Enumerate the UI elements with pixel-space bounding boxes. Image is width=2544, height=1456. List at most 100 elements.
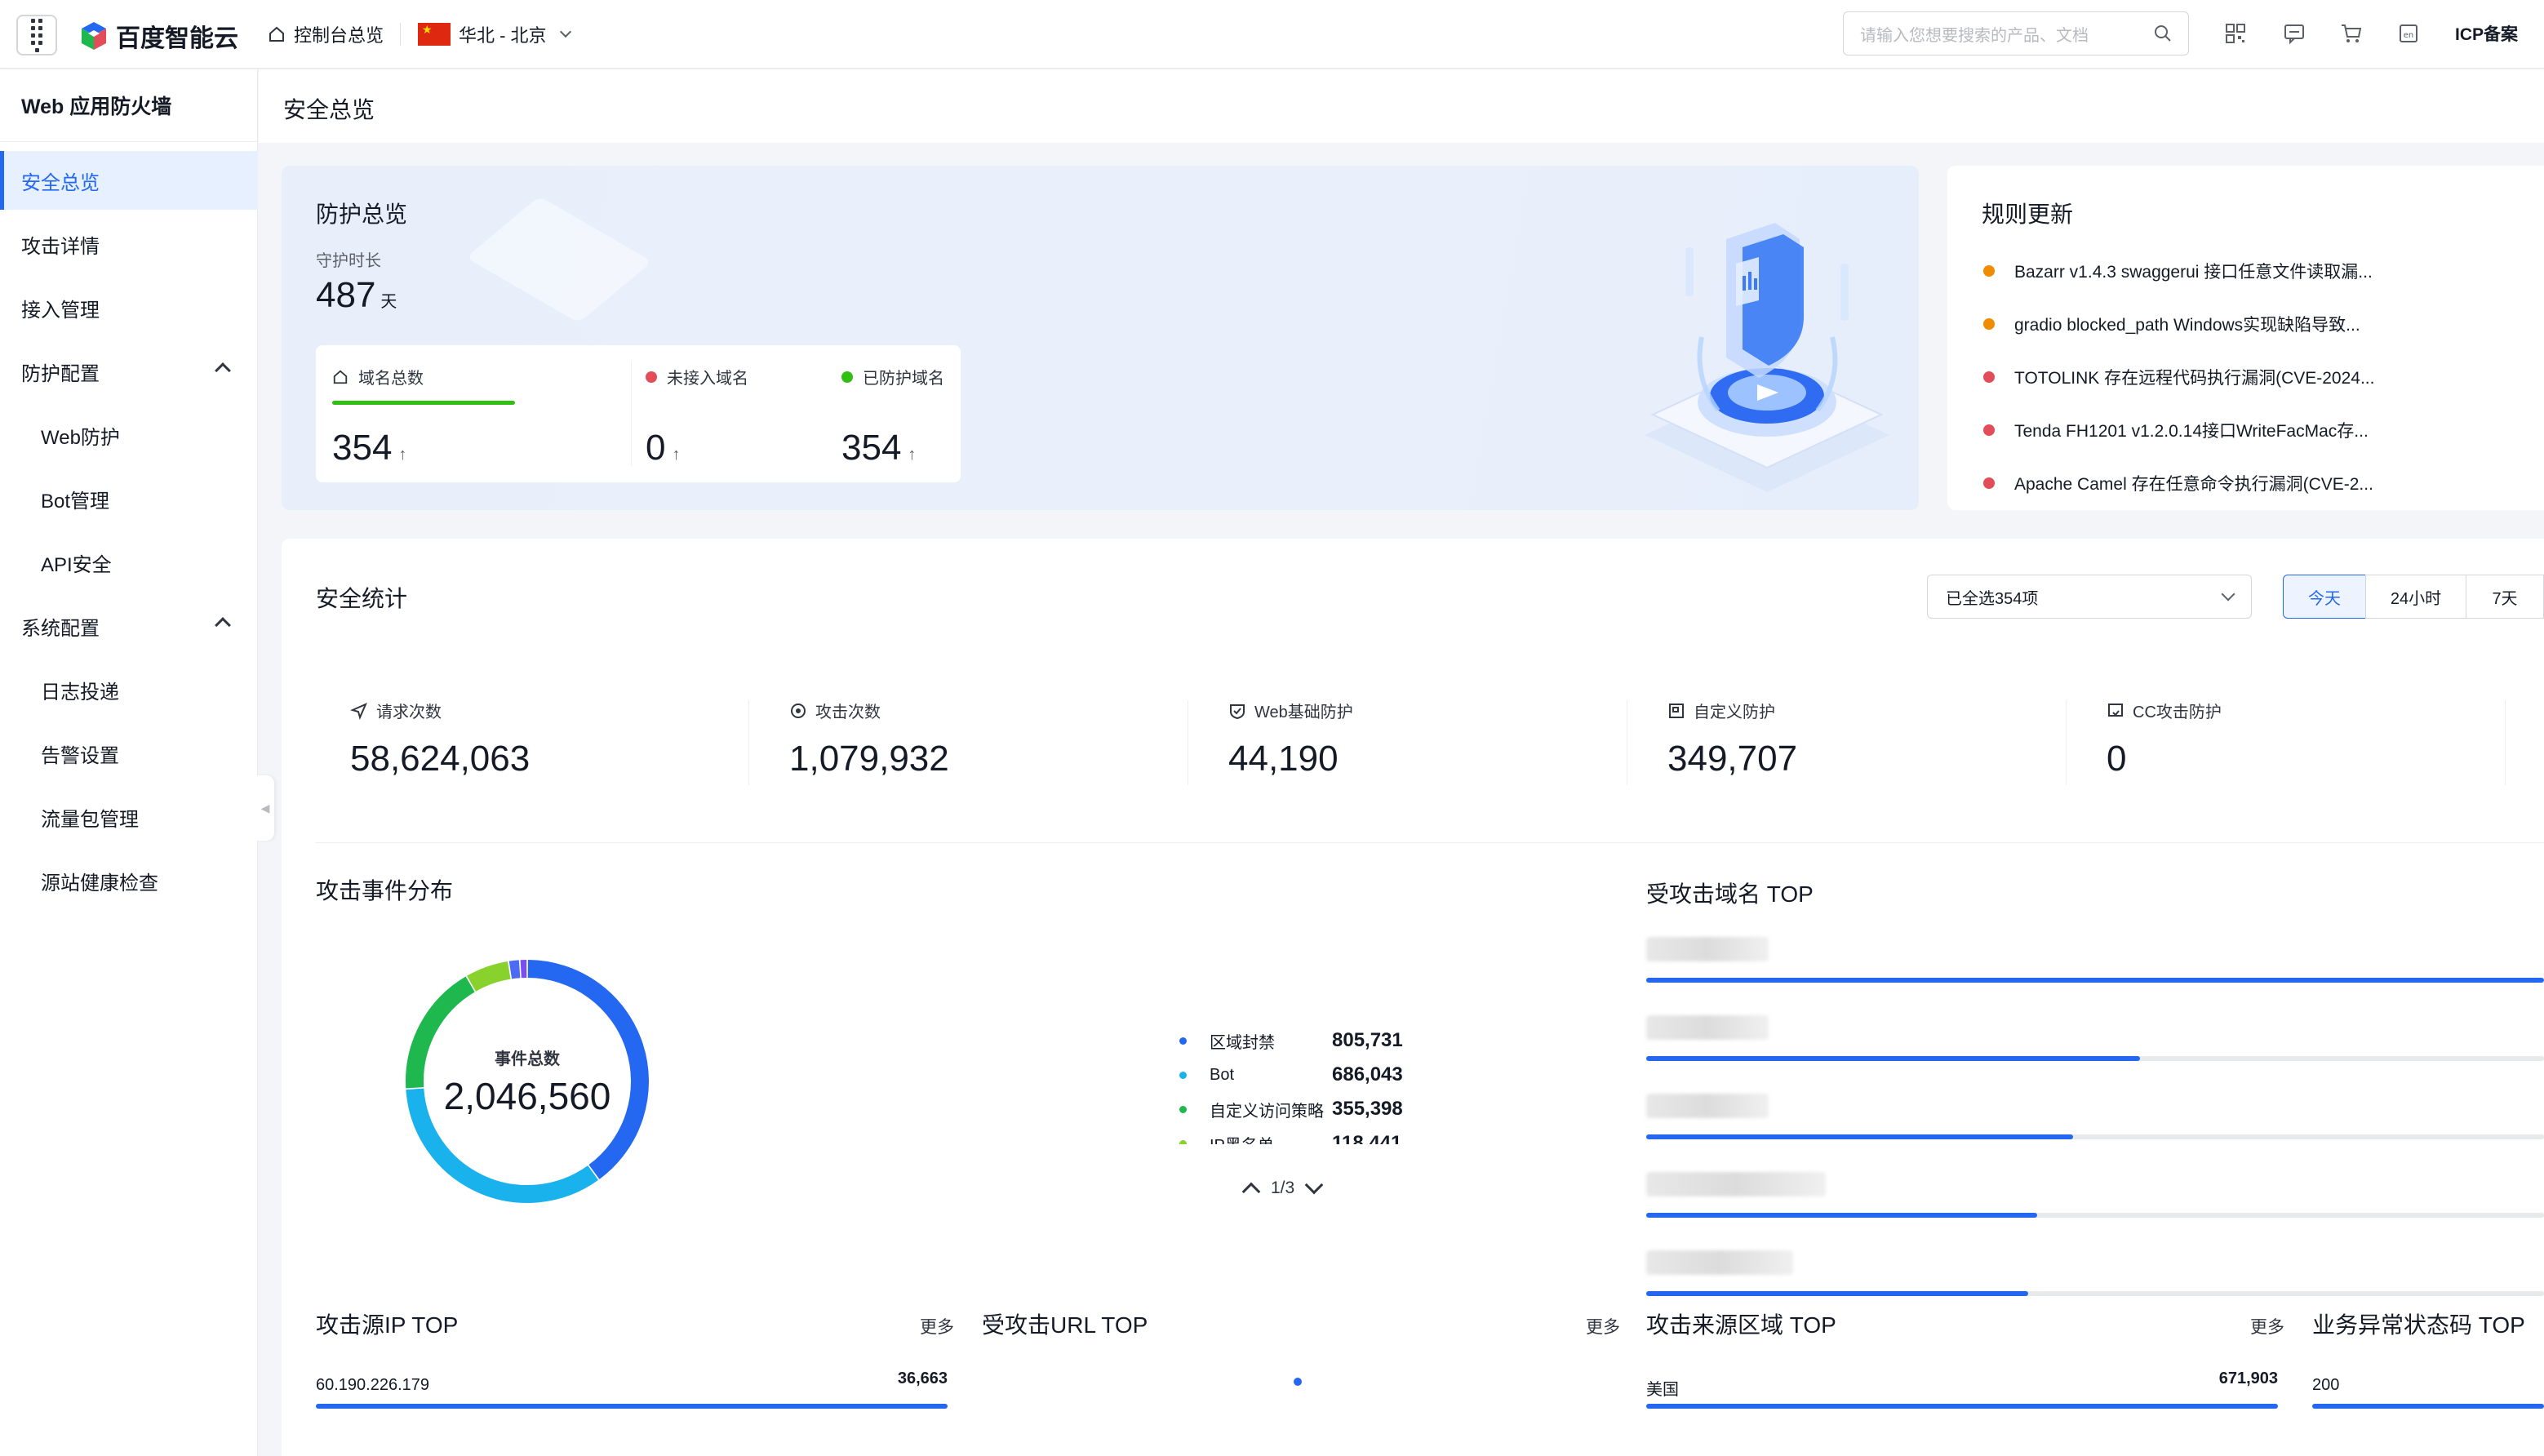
rule-item[interactable]: TOTOLINK 存在远程代码执行漏洞(CVE-2024...	[1983, 365, 2522, 389]
stat-label: 已防护域名	[863, 370, 944, 388]
brand-logo[interactable]: 百度智能云	[80, 18, 238, 54]
metric-attacks[interactable]: 攻击次数 1,079,932	[789, 699, 949, 779]
legend-item[interactable]: 区域封禁 805,731	[1179, 1023, 1473, 1058]
blurred-domain-label	[1646, 1172, 1826, 1196]
region-selector[interactable]: 华北 - 北京	[418, 21, 571, 47]
metric-value: 1,079,932	[789, 739, 949, 779]
metric-cc-protection[interactable]: CC攻击防护 0	[2107, 699, 2222, 779]
range-today-button[interactable]: 今天	[2283, 575, 2366, 619]
legend-item[interactable]: IP黑名单118,441	[1179, 1126, 1473, 1144]
sidebar-item-security-overview[interactable]: 安全总览	[0, 151, 258, 210]
qrcode-icon[interactable]	[2223, 21, 2248, 46]
rule-item[interactable]: Tenda FH1201 v1.2.0.14接口WriteFacMac存...	[1983, 418, 2522, 442]
rule-item[interactable]: Apache Camel 存在任意命令执行漏洞(CVE-2...	[1983, 471, 2522, 495]
region-top-more-link[interactable]: 更多	[2250, 1314, 2284, 1338]
billing-icon[interactable]: en	[2396, 21, 2421, 46]
rule-updates-card: 规则更新 Bazarr v1.4.3 swaggerui 接口任意文件读取漏..…	[1947, 166, 2544, 510]
svg-text:en: en	[2404, 31, 2414, 40]
metric-custom-protection[interactable]: 自定义防护 349,707	[1667, 699, 1797, 779]
domain-bar-track	[1646, 1213, 2544, 1218]
sidebar-group-system-config[interactable]: 系统配置	[0, 597, 258, 655]
stat-total-domains[interactable]: 域名总数 354 ↑	[332, 365, 424, 468]
legend-dot-icon	[1179, 1071, 1187, 1079]
stat-unconnected-domains[interactable]: 未接入域名 0 ↑	[646, 365, 748, 468]
rule-item[interactable]: gradio blocked_path Windows实现缺陷导致...	[1983, 312, 2522, 336]
url-top-more-link[interactable]: 更多	[1586, 1314, 1620, 1338]
shield-check-icon	[1230, 704, 1245, 719]
domain-row[interactable]	[1646, 1015, 2544, 1061]
protection-overview-card: 防护总览 守护时长 487 天 域名总数 354 ↑ 未接入域名 0 ↑ 已防护域名 …	[282, 166, 1919, 510]
sidebar-group-protection-config[interactable]: 防护配置	[0, 342, 258, 401]
cart-icon[interactable]	[2339, 21, 2364, 46]
domain-bar-track	[1646, 1134, 2544, 1139]
attack-distribution-donut: 事件总数 2,046,560	[401, 955, 654, 1208]
range-7d-button[interactable]: 7天	[2466, 575, 2544, 619]
arrow-up-icon: ↑	[672, 446, 681, 464]
legend-name: IP黑名单	[1210, 1132, 1332, 1145]
chevron-down-icon	[559, 25, 571, 38]
sidebar-item-traffic-package[interactable]: 流量包管理	[0, 788, 258, 846]
domain-bar-fill	[1646, 1134, 2073, 1139]
ip-bar-fill	[316, 1404, 948, 1409]
domain-row[interactable]	[1646, 1250, 2544, 1296]
stat-divider	[631, 362, 632, 466]
legend-item[interactable]: 自定义访问策略 355,398	[1179, 1092, 1473, 1126]
rule-text: Tenda FH1201 v1.2.0.14接口WriteFacMac存...	[2014, 422, 2369, 441]
region-top-row[interactable]: 美国 671,903	[1646, 1363, 2278, 1412]
attacked-domains-title: 受攻击域名 TOP	[1646, 881, 1814, 907]
sidebar-item-api-security[interactable]: API安全	[0, 533, 258, 592]
console-home-link[interactable]: 控制台总览	[268, 21, 384, 47]
sidebar-item-alert-settings[interactable]: 告警设置	[0, 724, 258, 783]
ip-top-row[interactable]: 60.190.226.179 36,663	[316, 1363, 948, 1412]
sidebar-item-log-delivery[interactable]: 日志投递	[0, 660, 258, 719]
ip-top-more-link[interactable]: 更多	[920, 1314, 954, 1338]
search-placeholder: 请输入您想要搜索的产品、文档	[1860, 26, 2089, 45]
metric-web-basic-protection[interactable]: Web基础防护 44,190	[1228, 699, 1353, 779]
guard-duration-label: 守护时长	[316, 252, 381, 270]
attack-distribution-title: 攻击事件分布	[316, 878, 454, 903]
ip-count: 36,663	[897, 1369, 948, 1387]
sidebar-item-origin-health-check[interactable]: 源站健康检查	[0, 851, 258, 910]
global-search-input[interactable]: 请输入您想要搜索的产品、文档	[1843, 11, 2189, 55]
rule-item[interactable]: Bazarr v1.4.3 swaggerui 接口任意文件读取漏...	[1983, 259, 2522, 283]
search-icon	[2155, 25, 2171, 42]
legend-value: 686,043	[1332, 1063, 1403, 1085]
console-home-label: 控制台总览	[294, 25, 384, 46]
attack-region-title: 攻击来源区域 TOP	[1646, 1312, 1836, 1338]
domain-select[interactable]: 已全选354项	[1927, 575, 2252, 619]
pager-label: 1/3	[1271, 1179, 1295, 1197]
metric-requests[interactable]: 请求次数 58,624,063	[350, 699, 530, 779]
rule-text: Bazarr v1.4.3 swaggerui 接口任意文件读取漏...	[2014, 263, 2373, 282]
metric-label: 请求次数	[376, 704, 442, 721]
sidebar-item-attack-details[interactable]: 攻击详情	[0, 215, 258, 273]
metric-divider	[2505, 700, 2506, 785]
ip-bar-track	[316, 1404, 948, 1409]
icp-filing-link[interactable]: ICP备案	[2455, 21, 2518, 46]
loading-dot-icon	[1294, 1378, 1302, 1386]
sidebar-group-label: 防护配置	[21, 362, 100, 385]
sidebar-item-access-management[interactable]: 接入管理	[0, 278, 258, 337]
chevron-down-icon	[2221, 587, 2235, 601]
severity-dot-icon	[1983, 424, 1995, 436]
app-grid-icon[interactable]	[16, 15, 57, 55]
domain-row[interactable]	[1646, 1172, 2544, 1218]
stat-protected-domains[interactable]: 已防护域名 354 ↑	[841, 365, 944, 468]
chevron-up-icon[interactable]	[1241, 1182, 1261, 1201]
sidebar-collapse-handle[interactable]: ◀	[256, 775, 274, 841]
legend-item[interactable]: Bot 686,043	[1179, 1058, 1473, 1092]
sidebar-item-bot-management[interactable]: Bot管理	[0, 469, 258, 528]
legend-name: 自定义访问策略	[1210, 1102, 1324, 1121]
nav-divider	[400, 23, 401, 46]
attacked-url-title: 受攻击URL TOP	[982, 1312, 1148, 1338]
chevron-down-icon[interactable]	[1304, 1175, 1324, 1195]
domain-bar-fill	[1646, 1056, 2140, 1061]
range-24h-button[interactable]: 24小时	[2365, 575, 2466, 619]
domain-row[interactable]	[1646, 937, 2544, 983]
sidebar-item-web-protection[interactable]: Web防护	[0, 406, 258, 464]
domain-row[interactable]	[1646, 1094, 2544, 1139]
message-icon[interactable]	[2282, 21, 2306, 46]
chevron-up-icon	[215, 617, 231, 633]
ip-address: 60.190.226.179	[316, 1376, 430, 1394]
status-top-row[interactable]: 200	[2312, 1363, 2544, 1412]
legend-pager: 1/3	[1241, 1175, 1324, 1201]
